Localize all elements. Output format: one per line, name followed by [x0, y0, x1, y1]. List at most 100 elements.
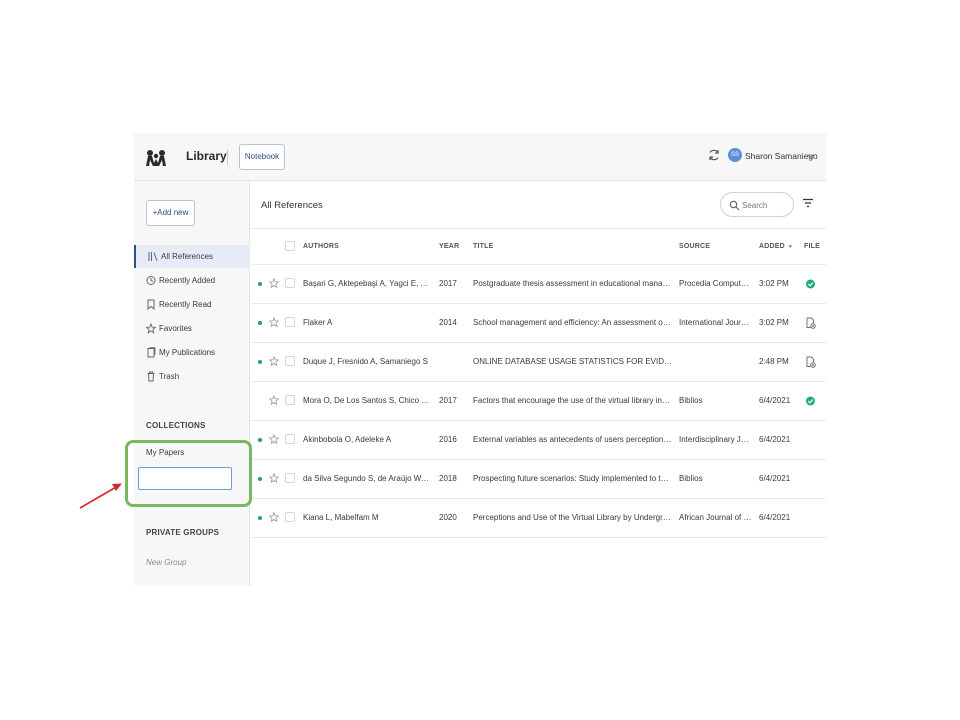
cell-title: Factors that encourage the use of the vi… [473, 396, 672, 405]
clock-icon [146, 276, 156, 285]
sidebar-item-favorites[interactable]: Favorites [134, 317, 250, 340]
star-icon[interactable] [269, 473, 279, 483]
private-groups-heading: PRIVATE GROUPS [146, 528, 220, 537]
star-icon[interactable] [269, 434, 279, 444]
cell-source: Procedia Computer S... [679, 279, 752, 288]
table-row[interactable]: Akinbobola O, Adeleke A 2016 External vari… [251, 421, 826, 460]
column-header-source[interactable]: SOURCE [679, 243, 710, 250]
cell-added: 6/4/2021 [759, 474, 791, 483]
sidebar-item-label: Recently Read [159, 300, 212, 309]
library-icon [148, 252, 158, 262]
search-box[interactable] [720, 192, 794, 217]
page-title: All References [261, 200, 323, 211]
trash-icon [147, 371, 155, 382]
sidebar-item-label: Favorites [159, 324, 192, 333]
cell-added: 6/4/2021 [759, 396, 791, 405]
row-checkbox[interactable] [285, 512, 295, 522]
sidebar-item-recently-read[interactable]: Recently Read [134, 293, 250, 316]
sidebar-item-label: Recently Added [159, 276, 216, 285]
sidebar-item-all-references[interactable]: All References [134, 245, 250, 268]
avatar[interactable]: SS [728, 148, 742, 162]
cell-year: 2014 [439, 318, 457, 327]
sidebar-item-label: Trash [159, 372, 180, 381]
file-available-icon[interactable] [805, 278, 816, 290]
cell-source: African Journal of Lib... [679, 513, 752, 522]
cell-added: 3:02 PM [759, 279, 789, 288]
star-icon[interactable] [269, 278, 279, 288]
notebook-button[interactable]: Notebook [239, 144, 285, 170]
highlight-box [125, 440, 252, 507]
table-row[interactable]: Kiana L, Mabelfam M 2020 Perceptions and U… [251, 499, 826, 538]
column-header-added-label: ADDED [759, 243, 785, 250]
cell-title: School management and efficiency: An ass… [473, 318, 672, 327]
attach-file-icon[interactable] [805, 356, 816, 368]
cell-source: Biblios [679, 396, 703, 405]
attach-file-icon[interactable] [805, 317, 816, 329]
column-header-file[interactable]: FILE [804, 243, 820, 250]
cell-source: International Journal ... [679, 318, 752, 327]
star-icon[interactable] [269, 395, 279, 405]
table-row[interactable]: Başari G, Aktepebaşi A, Yagci E, Akdag S… [251, 265, 826, 304]
library-title[interactable]: Library [186, 149, 227, 163]
star-icon[interactable] [269, 512, 279, 522]
cell-authors: Mora O, De Los Santos S, Chico M, Me... [303, 396, 431, 405]
cell-title: External variables as antecedents of use… [473, 435, 672, 444]
search-icon [729, 200, 740, 211]
table-row[interactable]: Mora O, De Los Santos S, Chico M, Me... 2… [251, 382, 826, 421]
select-all-checkbox[interactable] [285, 241, 295, 251]
row-checkbox[interactable] [285, 356, 295, 366]
cell-year: 2017 [439, 279, 457, 288]
mendeley-logo-icon[interactable] [145, 147, 167, 167]
cell-authors: Başari G, Aktepebaşi A, Yagci E, Akdag S [303, 279, 431, 288]
sort-desc-icon: ▼ [787, 244, 794, 250]
mendeley-app-window: Library Notebook SS Sharon Samaniego +Ad… [134, 133, 826, 586]
cell-added: 2:48 PM [759, 357, 789, 366]
chevron-down-icon[interactable] [807, 152, 815, 160]
star-icon[interactable] [269, 356, 279, 366]
cell-added: 6/4/2021 [759, 513, 791, 522]
table-row[interactable]: da Silva Segundo S, de Araújo W, Dias G 2… [251, 460, 826, 499]
column-header-added[interactable]: ADDED ▼ [759, 243, 793, 250]
cell-authors: da Silva Segundo S, de Araújo W, Dias G [303, 474, 431, 483]
sync-icon[interactable] [707, 148, 721, 162]
arrow-icon [79, 483, 122, 509]
row-checkbox[interactable] [285, 317, 295, 327]
table-row[interactable]: Duque J, Fresnido A, Samaniego S ONLINE D… [251, 343, 826, 382]
row-checkbox[interactable] [285, 395, 295, 405]
cell-authors: Akinbobola O, Adeleke A [303, 435, 392, 444]
search-input[interactable] [742, 197, 790, 213]
new-group-link[interactable]: New Group [146, 558, 186, 567]
star-icon [146, 323, 156, 334]
row-checkbox[interactable] [285, 278, 295, 288]
table-header: AUTHORS YEAR TITLE SOURCE ADDED ▼ FILE [251, 228, 826, 265]
sidebar-item-label: All References [161, 252, 214, 261]
sidebar-item-trash[interactable]: Trash [134, 365, 250, 388]
add-new-button[interactable]: +Add new [146, 200, 195, 226]
row-checkbox[interactable] [285, 434, 295, 444]
unread-dot-icon [258, 477, 262, 481]
cell-added: 6/4/2021 [759, 435, 791, 444]
cell-authors: Kiana L, Mabelfam M [303, 513, 379, 522]
sidebar-item-my-publications[interactable]: My Publications [134, 341, 250, 364]
cell-title: Postgraduate thesis assessment in educat… [473, 279, 672, 288]
sidebar: +Add new All References Recently Added R… [134, 181, 250, 586]
cell-source: Biblios [679, 474, 703, 483]
column-header-year[interactable]: YEAR [439, 243, 459, 250]
cell-year: 2017 [439, 396, 457, 405]
star-icon[interactable] [269, 317, 279, 327]
cell-year: 2020 [439, 513, 457, 522]
unread-dot-icon [258, 321, 262, 325]
filter-icon[interactable] [802, 198, 814, 208]
main-panel: All References AUTHORS YEAR TITLE SOURCE… [251, 181, 826, 586]
unread-dot-icon [258, 282, 262, 286]
row-checkbox[interactable] [285, 473, 295, 483]
cell-year: 2018 [439, 474, 457, 483]
column-header-authors[interactable]: AUTHORS [303, 243, 339, 250]
cell-added: 3:02 PM [759, 318, 789, 327]
file-available-icon[interactable] [805, 395, 816, 407]
sidebar-item-recently-added[interactable]: Recently Added [134, 269, 250, 292]
top-bar: Library Notebook SS Sharon Samaniego [134, 133, 826, 181]
column-header-title[interactable]: TITLE [473, 243, 493, 250]
sidebar-item-label: My Publications [159, 348, 216, 357]
table-row[interactable]: Flaker A 2014 School management and effici… [251, 304, 826, 343]
